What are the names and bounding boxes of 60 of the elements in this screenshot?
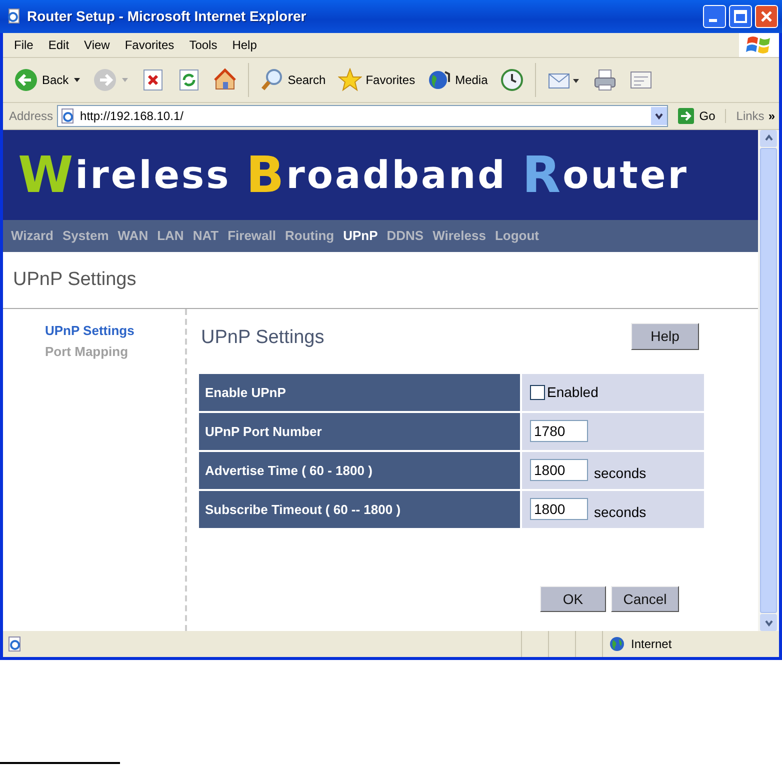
refresh-icon bbox=[176, 68, 201, 92]
cancel-button[interactable]: Cancel bbox=[611, 586, 679, 612]
printer-icon bbox=[592, 68, 617, 92]
arrow-icon bbox=[678, 108, 694, 124]
scroll-down-icon bbox=[764, 618, 774, 628]
maximize-button[interactable] bbox=[729, 4, 752, 28]
house-icon bbox=[212, 68, 237, 92]
scrollbar[interactable] bbox=[758, 130, 779, 632]
sidebar-link[interactable]: UPnP Settings bbox=[45, 322, 134, 338]
page-icon bbox=[6, 8, 22, 24]
go-button[interactable]: Go bbox=[672, 108, 722, 124]
page-icon bbox=[7, 636, 23, 652]
links-button[interactable]: Links bbox=[725, 108, 764, 123]
menu-item[interactable]: Edit bbox=[41, 38, 78, 52]
close-button[interactable] bbox=[755, 4, 778, 28]
minimize-icon bbox=[709, 18, 717, 22]
zone-label: Internet bbox=[631, 637, 672, 652]
row-label: Subscribe Timeout ( 60 -- 1800 ) bbox=[199, 490, 520, 528]
back-button[interactable]: Back bbox=[11, 68, 84, 92]
search-icon bbox=[260, 68, 284, 92]
menu-item[interactable]: Help bbox=[225, 38, 265, 52]
address-field[interactable]: http://192.168.10.1/ bbox=[57, 104, 668, 127]
row-label: Enable UPnP bbox=[199, 374, 520, 411]
number-field[interactable]: 1800 bbox=[530, 459, 588, 482]
favorites-button[interactable]: Favorites bbox=[334, 68, 418, 92]
caret-icon bbox=[120, 76, 129, 84]
minimize-button[interactable] bbox=[703, 4, 726, 28]
address-label: Address bbox=[9, 108, 54, 123]
clock-icon bbox=[500, 68, 524, 92]
window-title: Router Setup - Microsoft Internet Explorer bbox=[27, 8, 308, 24]
checkbox-label: Enabled bbox=[547, 384, 598, 400]
search-button[interactable]: Search bbox=[256, 68, 329, 92]
menu-item[interactable]: Tools bbox=[182, 38, 226, 52]
page-heading: UPnP Settings bbox=[3, 252, 758, 309]
row-label: Advertise Time ( 60 - 1800 ) bbox=[199, 452, 520, 489]
panel-title: UPnP Settings bbox=[201, 326, 324, 350]
row-label: UPnP Port Number bbox=[199, 412, 520, 450]
globe-icon bbox=[609, 636, 625, 652]
unit-label: seconds bbox=[594, 503, 646, 520]
menu-item[interactable]: Favorites bbox=[118, 38, 182, 52]
windows-flag-icon bbox=[739, 32, 779, 57]
banner-title: Wireless B roadband Router bbox=[3, 130, 758, 220]
menu-item[interactable]: View bbox=[77, 38, 118, 52]
number-field[interactable]: 1800 bbox=[530, 498, 588, 520]
forward-icon bbox=[92, 68, 117, 92]
star-icon bbox=[338, 68, 362, 92]
scroll-up-icon bbox=[764, 133, 774, 144]
unit-label: seconds bbox=[594, 464, 646, 482]
stop-icon bbox=[140, 68, 165, 92]
menu-item[interactable]: File bbox=[7, 38, 42, 52]
help-button[interactable]: Help bbox=[631, 322, 699, 350]
media-button[interactable]: Media bbox=[424, 68, 491, 92]
ok-button[interactable]: OK bbox=[540, 586, 606, 612]
chevron-button[interactable]: » bbox=[768, 108, 775, 123]
caret-icon bbox=[72, 76, 81, 84]
nav-link[interactable]: UPnP bbox=[343, 228, 378, 244]
page-icon bbox=[60, 108, 76, 124]
back-icon bbox=[14, 68, 38, 92]
enable-checkbox[interactable] bbox=[530, 384, 545, 400]
number-field[interactable]: 1780 bbox=[530, 420, 588, 442]
